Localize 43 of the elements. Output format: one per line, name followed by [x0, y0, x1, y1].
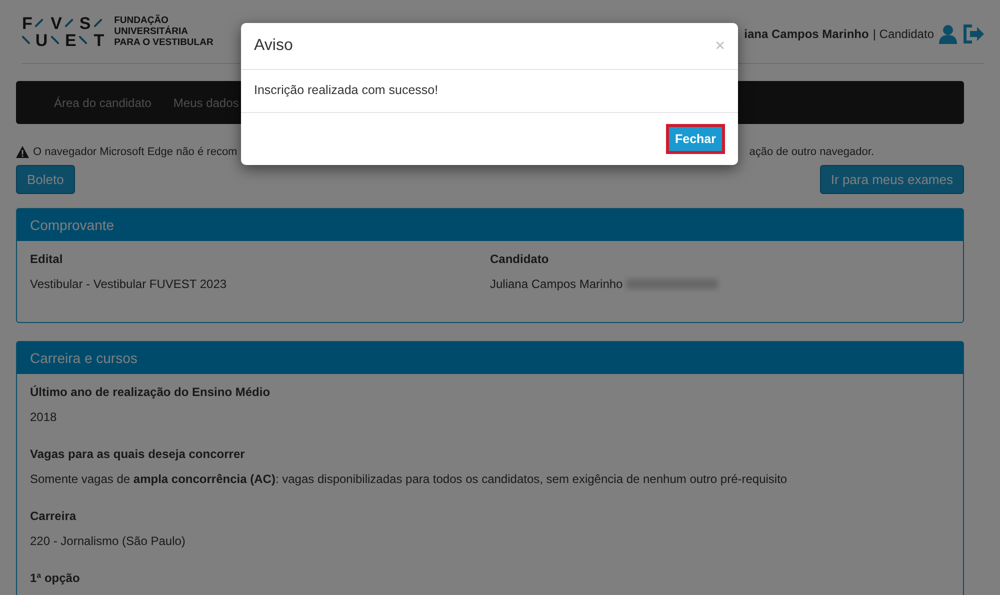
- slash-mark-icon: [79, 36, 88, 44]
- logout-icon[interactable]: [962, 24, 984, 44]
- warning-text: O navegador Microsoft Edge não é recom: [33, 146, 238, 158]
- dialog-message: Inscrição realizada com sucesso!: [254, 83, 438, 97]
- logo-letter: U: [35, 32, 48, 48]
- field-label: Carreira: [30, 509, 78, 523]
- field-label: Candidato: [490, 252, 550, 266]
- field-value: 220 - Jornalismo (São Paulo): [30, 534, 186, 548]
- slash-mark-icon: [50, 36, 59, 44]
- slash-mark-icon: [22, 36, 30, 44]
- logo-letter: S: [79, 14, 91, 32]
- user-name: iana Campos Marinho: [744, 26, 869, 40]
- field-value: 2018: [30, 410, 58, 424]
- field-value: Somente vagas de ampla concorrência (AC): vagas disponibilizadas para todos os candidatos, sem exigência de nenhum outro pré-requisito: [30, 472, 788, 486]
- exams-button[interactable]: Ir para meus exames: [820, 165, 964, 194]
- dialog-title: Aviso: [254, 37, 293, 55]
- field-value: Vestibular - Vestibular FUVEST 2023: [30, 277, 228, 291]
- close-button[interactable]: ×: [715, 36, 725, 56]
- warning-text: ação de outro navegador.: [749, 146, 874, 158]
- field-label: Edital: [30, 252, 64, 266]
- panel-title: Comprovante: [17, 209, 963, 241]
- nav-link[interactable]: Área do candidato: [54, 96, 152, 110]
- boleto-button[interactable]: Boleto: [16, 165, 75, 194]
- user-role: | Candidato: [872, 26, 934, 40]
- slash-mark-icon: [35, 19, 44, 27]
- logo-letter: V: [50, 14, 62, 32]
- field-label: Vagas para as quais deseja concorrer: [30, 447, 246, 461]
- slash-mark-icon: [94, 19, 102, 27]
- panel-title: Carreira e cursos: [17, 342, 963, 374]
- logo-text: UNIVERSITÁRIA: [114, 26, 189, 37]
- logo-text: PARA O VESTIBULAR: [114, 37, 214, 48]
- slash-mark-icon: [65, 19, 74, 27]
- field-label: 1ª opção: [30, 571, 81, 585]
- field-value: Juliana Campos Marinho: [490, 277, 623, 291]
- user-icon[interactable]: [938, 24, 958, 44]
- logo-letter: T: [94, 32, 104, 48]
- field-label: Último ano de realização do Ensino Médio: [30, 385, 272, 399]
- logo-text: FUNDAÇÃO: [114, 15, 168, 26]
- logo-letter: E: [65, 32, 76, 48]
- warning-icon: [16, 146, 29, 158]
- logo-letter: F: [22, 14, 32, 32]
- nav-link[interactable]: Meus dados: [173, 96, 239, 110]
- close-dialog-button[interactable]: Fechar: [666, 124, 725, 154]
